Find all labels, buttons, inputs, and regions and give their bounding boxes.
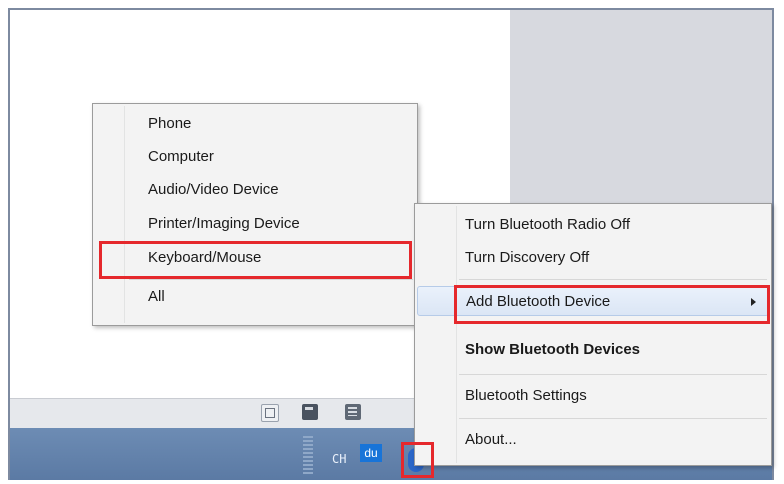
bluetooth-context-menu: Turn Bluetooth Radio Off Turn Discovery … (414, 203, 772, 466)
menu-item-label: Printer/Imaging Device (148, 215, 300, 232)
fit-view-icon[interactable] (261, 404, 279, 422)
menu-separator (459, 321, 767, 322)
window-frame-top (8, 8, 774, 10)
menu-item-phone[interactable]: Phone (95, 109, 415, 139)
menu-item-turn-discovery-off[interactable]: Turn Discovery Off (417, 243, 769, 273)
ime-icon[interactable]: du (360, 444, 382, 462)
menu-item-label: All (148, 288, 165, 305)
menu-item-label: Add Bluetooth Device (466, 293, 611, 310)
menu-item-audio-video-device[interactable]: Audio/Video Device (95, 175, 415, 205)
list-view-icon[interactable] (345, 404, 361, 420)
menu-item-label: Phone (148, 115, 192, 132)
menu-item-add-bluetooth-device[interactable]: Add Bluetooth Device (417, 286, 769, 316)
menu-item-about[interactable]: About... (417, 425, 769, 455)
chevron-right-icon (751, 298, 756, 306)
menu-item-printer-imaging-device[interactable]: Printer/Imaging Device (95, 209, 415, 239)
menu-item-computer[interactable]: Computer (95, 142, 415, 172)
menu-item-label: Turn Discovery Off (465, 249, 590, 266)
menu-item-label: Computer (148, 148, 214, 165)
menu-item-keyboard-mouse[interactable]: Keyboard/Mouse (95, 243, 415, 273)
menu-item-turn-radio-off[interactable]: Turn Bluetooth Radio Off (417, 210, 769, 240)
menu-item-all[interactable]: All (95, 282, 415, 312)
menu-item-label: Turn Bluetooth Radio Off (465, 216, 631, 233)
menu-separator (459, 418, 767, 419)
add-device-submenu: Phone Computer Audio/Video Device Printe… (92, 103, 418, 326)
menu-item-label: Bluetooth Settings (465, 387, 587, 404)
menu-item-bluetooth-settings[interactable]: Bluetooth Settings (417, 381, 769, 411)
taskbar-grip[interactable] (303, 436, 313, 476)
menu-item-label: About... (465, 431, 517, 448)
language-indicator[interactable]: CH (332, 452, 346, 466)
menu-item-show-bluetooth-devices[interactable]: Show Bluetooth Devices (417, 335, 769, 365)
menu-separator (459, 374, 767, 375)
menu-separator (129, 279, 413, 280)
window-frame-right (772, 8, 774, 480)
page-view-icon[interactable] (302, 404, 318, 420)
menu-separator (459, 279, 767, 280)
menu-item-label: Show Bluetooth Devices (465, 341, 641, 358)
menu-item-label: Keyboard/Mouse (148, 249, 262, 266)
menu-item-label: Audio/Video Device (148, 181, 279, 198)
